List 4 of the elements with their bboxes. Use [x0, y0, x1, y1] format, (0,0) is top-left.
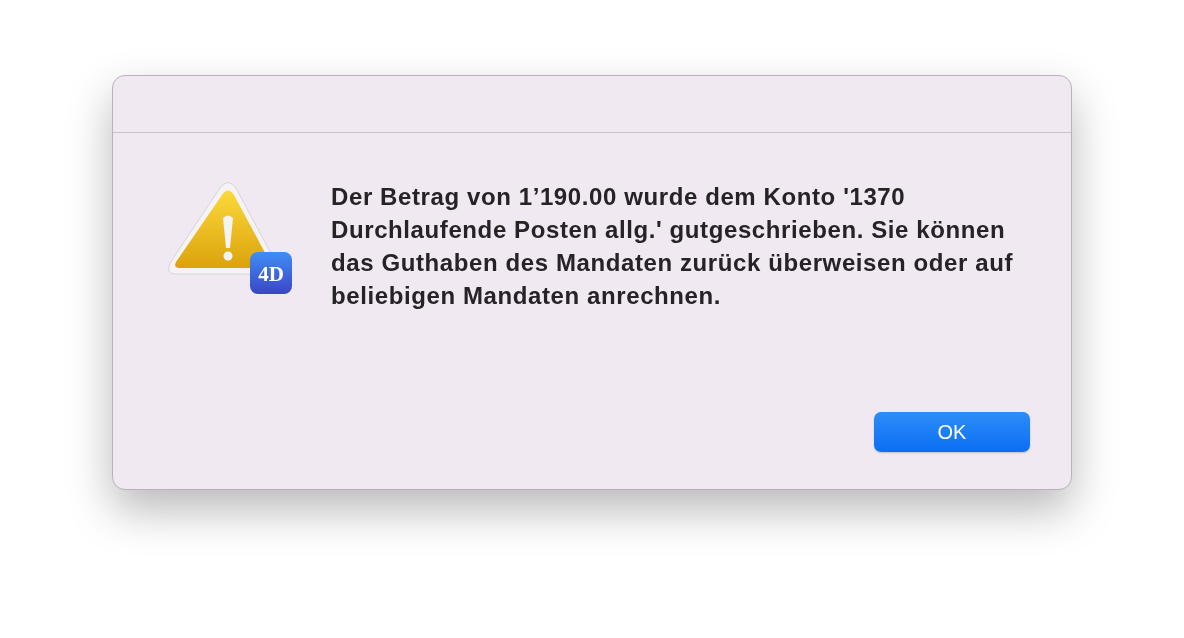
app-badge	[250, 252, 292, 294]
badge-text: 4D	[258, 262, 284, 286]
alert-message: Der Betrag von 1’190.00 wurde dem Konto '1370 Durchlaufende Posten allg.' gutgeschrieben. Sie können das Guthaben des Mandaten zurück überweisen oder auf beliebigen Mandaten anrechnen.	[331, 182, 1014, 311]
ok-button[interactable]: OK	[874, 412, 1030, 452]
